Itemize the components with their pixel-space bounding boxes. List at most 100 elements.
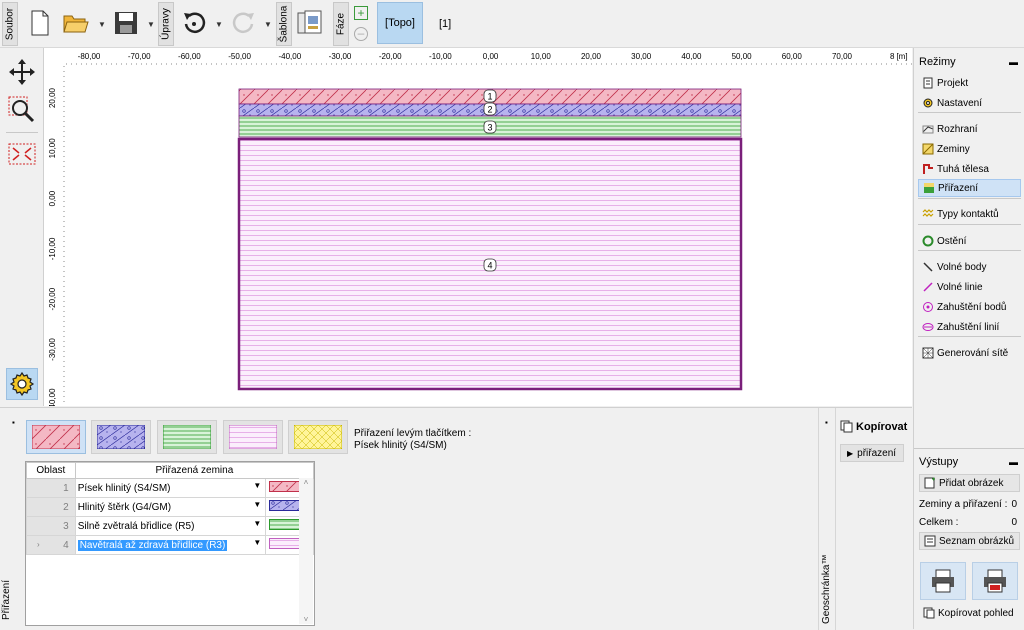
document-icon xyxy=(923,77,933,89)
panel-pin-icon[interactable]: ▪ xyxy=(12,418,15,427)
zoom-button[interactable] xyxy=(6,94,38,126)
open-file-button[interactable] xyxy=(62,6,90,40)
soil-pattern-2 xyxy=(97,425,145,449)
outputs-title: Výstupy xyxy=(919,456,959,468)
chevron-down-icon[interactable]: ▼ xyxy=(253,481,261,490)
geo-side-label: Geoschránka™ xyxy=(821,554,832,624)
mode-contact[interactable]: Typy kontaktů xyxy=(918,205,1021,223)
mode-rigid-body[interactable]: Tuhá tělesa xyxy=(918,160,1021,178)
chevron-down-icon[interactable]: ▼ xyxy=(253,500,261,509)
mode-gear[interactable]: Nastavení xyxy=(918,94,1021,112)
gear-icon xyxy=(923,98,933,108)
phase-menu-label: Fáze xyxy=(335,12,347,36)
mode-label: Zahuštění linií xyxy=(937,321,1000,333)
mode-document[interactable]: Projekt xyxy=(918,74,1021,92)
gear-icon xyxy=(9,371,35,397)
table-row[interactable]: 3 Silně zvětralá břidlice (R5) ▼ xyxy=(26,516,314,536)
fit-view-button[interactable] xyxy=(6,138,38,170)
soil-select[interactable]: Hlinitý štěrk (G4/GM) ▼ xyxy=(74,497,267,517)
mode-assign[interactable]: Přiřazení xyxy=(918,179,1021,197)
scroll-down-icon[interactable]: ˅ xyxy=(299,615,313,624)
model-canvas[interactable]: -80,00 -70,00 -60,00 -50,00 -40,00 -30,00 -20,… xyxy=(44,48,912,406)
copy-view-button[interactable]: Kopírovat pohled xyxy=(919,604,1020,622)
mode-line-refine[interactable]: Zahuštění linií xyxy=(918,318,1021,336)
mode-label: Generování sítě xyxy=(937,347,1009,359)
mode-point[interactable]: Volné body xyxy=(918,258,1021,276)
template-button[interactable] xyxy=(296,6,324,40)
soil-swatch-1[interactable] xyxy=(26,420,86,454)
settings-button[interactable] xyxy=(6,368,38,400)
redo-icon xyxy=(232,12,254,33)
redo-button[interactable] xyxy=(230,6,258,40)
chevron-down-icon[interactable]: ▼ xyxy=(253,538,261,547)
undo-button[interactable] xyxy=(180,6,208,40)
total-count-row: Celkem : 0 xyxy=(919,517,1020,528)
soil-select[interactable]: Navětralá až zdravá břidlice (R3) ▼ xyxy=(74,535,267,555)
add-phase-button[interactable]: + xyxy=(354,6,368,20)
total-count-value: 0 xyxy=(1011,517,1017,528)
hint-line-1: Přiřazení levým tlačítkem : xyxy=(354,428,472,439)
table-row[interactable]: › 4 Navětralá až zdravá břidlice (R3) ▼ xyxy=(26,535,314,555)
undo-dropdown-icon[interactable]: ▼ xyxy=(215,20,223,29)
soil-select[interactable]: Písek hlinitý (S4/SM) ▼ xyxy=(74,478,267,498)
soil-swatch-5[interactable] xyxy=(288,420,348,454)
copy-assignment-button[interactable]: ▶ přiřazení xyxy=(840,444,904,462)
table-scrollbar[interactable]: ˄ ˅ xyxy=(299,478,313,624)
edit-menu-tab[interactable]: Úpravy xyxy=(158,2,174,46)
zoom-icon xyxy=(8,96,35,123)
save-button[interactable] xyxy=(112,6,140,40)
folder-icon xyxy=(63,15,89,33)
geo-side-tab[interactable]: ▪ Geoschránka™ xyxy=(818,408,836,630)
chevron-down-icon[interactable]: ▼ xyxy=(253,519,261,528)
point-icon xyxy=(923,262,933,272)
move-icon xyxy=(9,59,35,85)
mode-mesh[interactable]: Generování sítě xyxy=(918,344,1021,362)
soil-name: Hlinitý štěrk (G4/GM) xyxy=(77,501,172,513)
phase-menu-tab[interactable]: Fáze xyxy=(333,2,349,46)
save-dropdown-icon[interactable]: ▼ xyxy=(147,20,155,29)
assignment-side-tab[interactable]: Přiřazení xyxy=(0,508,16,620)
mode-separator xyxy=(918,224,1021,225)
table-row[interactable]: 2 Hlinitý štěrk (G4/GM) ▼ xyxy=(26,497,314,517)
line-icon xyxy=(923,282,933,292)
modes-collapse-icon[interactable]: ▬ xyxy=(1009,57,1018,67)
interface-icon xyxy=(922,125,934,134)
mode-point-refine[interactable]: Zahuštění bodů xyxy=(918,298,1021,316)
mode-label: Přiřazení xyxy=(938,182,979,194)
template-menu-tab[interactable]: Šablona xyxy=(276,2,292,46)
soil-swatch-2[interactable] xyxy=(91,420,151,454)
scroll-up-icon[interactable]: ˄ xyxy=(299,478,313,487)
redo-dropdown-icon[interactable]: ▼ xyxy=(264,20,272,29)
table-row[interactable]: 1 Písek hlinitý (S4/SM) ▼ xyxy=(26,478,314,498)
remove-phase-button[interactable]: – xyxy=(354,27,368,41)
outputs-collapse-icon[interactable]: ▬ xyxy=(1009,457,1018,467)
file-menu-tab[interactable]: Soubor xyxy=(2,2,18,46)
new-file-button[interactable] xyxy=(26,6,54,40)
mode-line[interactable]: Volné linie xyxy=(918,278,1021,296)
mode-lining[interactable]: Ostění xyxy=(918,232,1021,250)
topo-stage-button[interactable]: [Topo] xyxy=(377,2,423,44)
col-soil: Přiřazená zemina xyxy=(74,462,315,479)
region-label: 3 xyxy=(487,123,492,133)
geo-pin-icon[interactable]: ▪ xyxy=(825,418,828,427)
point-refine-icon xyxy=(923,302,933,312)
col-region: Oblast xyxy=(26,462,76,479)
mode-soil[interactable]: Zeminy xyxy=(918,140,1021,158)
list-images-button[interactable]: Seznam obrázků xyxy=(919,532,1020,550)
mode-label: Zeminy xyxy=(937,143,970,155)
add-image-button[interactable]: Přidat obrázek xyxy=(919,474,1020,492)
export-pdf-button[interactable] xyxy=(972,562,1018,600)
export-printer-icon xyxy=(984,569,1006,593)
open-dropdown-icon[interactable]: ▼ xyxy=(98,20,106,29)
print-button[interactable] xyxy=(920,562,966,600)
soil-pattern-1 xyxy=(32,425,80,449)
pan-button[interactable] xyxy=(6,56,38,88)
template-menu-label: Šablona xyxy=(278,5,290,43)
soil-swatch-4[interactable] xyxy=(223,420,283,454)
stage-1-tab[interactable]: [1] xyxy=(439,18,451,30)
mode-separator xyxy=(918,112,1021,113)
soil-swatch-3[interactable] xyxy=(157,420,217,454)
mode-interface[interactable]: Rozhraní xyxy=(918,120,1021,138)
topo-label: [Topo] xyxy=(385,17,415,29)
soil-select[interactable]: Silně zvětralá břidlice (R5) ▼ xyxy=(74,516,267,536)
